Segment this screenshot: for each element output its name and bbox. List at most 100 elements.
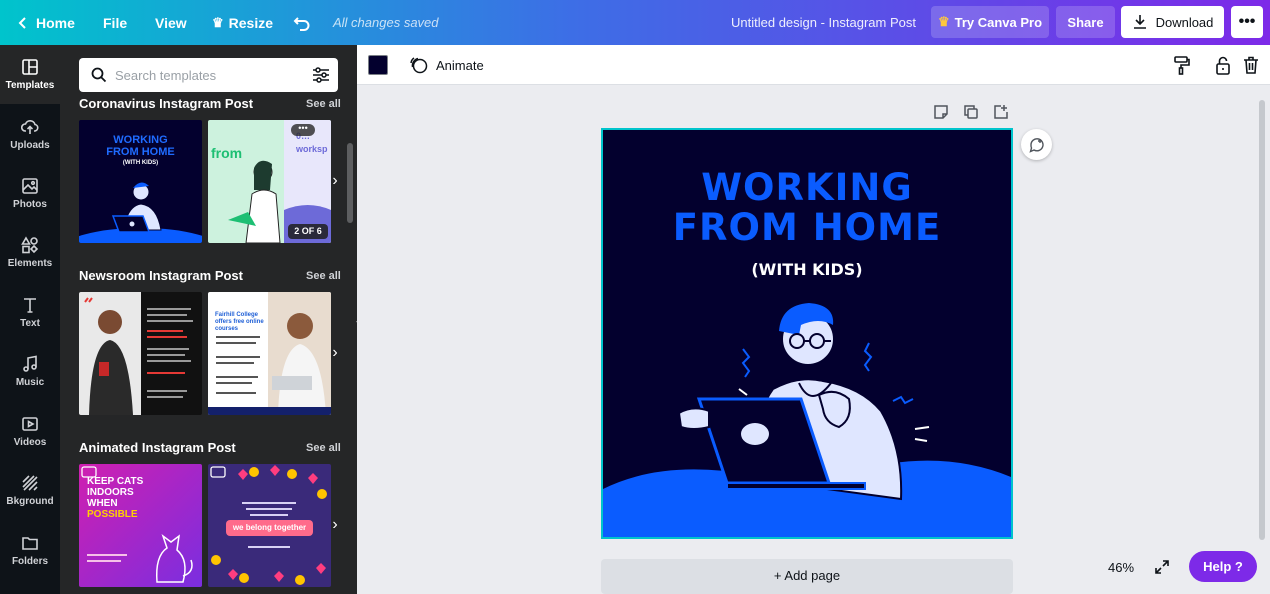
- color-swatch[interactable]: [368, 55, 388, 75]
- rail-label: Folders: [11, 556, 49, 567]
- rail-item-videos[interactable]: Videos: [0, 402, 60, 461]
- rail-item-elements[interactable]: Elements: [0, 223, 60, 282]
- canvas-scrollbar[interactable]: [1257, 90, 1267, 590]
- crown-icon: ♛: [212, 14, 224, 30]
- thumbnail-pill: we belong together: [226, 520, 313, 536]
- rail-item-photos[interactable]: Photos: [0, 164, 60, 223]
- share-button[interactable]: Share: [1056, 6, 1115, 38]
- notes-icon[interactable]: [933, 104, 949, 120]
- see-all-link[interactable]: See all: [306, 442, 341, 454]
- design-title[interactable]: WORKING FROM HOME: [603, 168, 1011, 248]
- student-photo: [208, 292, 331, 415]
- folder-icon: [22, 537, 38, 550]
- rail-label: Templates: [5, 80, 55, 91]
- rail-label: Photos: [13, 199, 47, 210]
- home-button[interactable]: Home: [16, 0, 75, 45]
- working-person-illustration[interactable]: [603, 299, 1011, 539]
- delete-button[interactable]: [1241, 55, 1261, 75]
- video-icon: [22, 417, 38, 431]
- document-title[interactable]: Untitled design - Instagram Post: [731, 15, 916, 30]
- add-page-button[interactable]: + Add page: [601, 559, 1013, 594]
- background-icon: [22, 475, 38, 491]
- template-thumbnail[interactable]: we belong together: [208, 464, 331, 587]
- copy-style-button[interactable]: [1171, 55, 1191, 75]
- scrollbar-thumb[interactable]: [1259, 100, 1265, 540]
- text-icon: [24, 298, 36, 313]
- man-photo: [79, 292, 193, 415]
- search-input[interactable]: [115, 65, 305, 85]
- design-subtitle[interactable]: (WITH KIDS): [603, 260, 1011, 279]
- chevron-right-icon[interactable]: ›: [327, 510, 343, 540]
- trash-icon: [1244, 56, 1258, 74]
- thumbnail-subtitle: (WITH KIDS): [122, 160, 159, 166]
- try-pro-label: Try Canva Pro: [954, 14, 1043, 30]
- side-navigation: Templates Uploads Photos Elements Text M…: [0, 45, 60, 594]
- save-status: All changes saved: [333, 15, 439, 30]
- search-icon: [91, 67, 107, 83]
- see-all-link[interactable]: See all: [306, 98, 341, 110]
- paint-roller-icon: [1174, 56, 1190, 75]
- section-title: Newsroom Instagram Post: [79, 268, 243, 283]
- cat-illustration: [81, 466, 193, 583]
- thumbnail-more-button[interactable]: •••: [291, 124, 315, 136]
- template-thumbnail[interactable]: from 0… worksp ••• 2 OF 6: [208, 120, 331, 243]
- comment-icon: [1028, 137, 1044, 153]
- crown-icon: ♛: [937, 14, 950, 29]
- thumbnail-title: WORKING FROM HOME: [79, 134, 202, 158]
- template-thumbnail[interactable]: [79, 292, 202, 415]
- home-label: Home: [36, 14, 75, 31]
- design-title-line: FROM HOME: [672, 206, 942, 249]
- thumbnail-title-line: FROM HOME: [106, 146, 175, 158]
- rail-item-background[interactable]: Bkground: [0, 461, 60, 520]
- chevron-right-icon[interactable]: ›: [327, 338, 343, 368]
- file-menu[interactable]: File: [103, 0, 127, 45]
- help-button[interactable]: Help ?: [1189, 551, 1257, 582]
- person-illustration: [79, 182, 202, 243]
- upload-icon: [21, 120, 39, 134]
- search-box: [79, 58, 338, 92]
- add-comment-button[interactable]: [1021, 129, 1052, 160]
- try-canva-pro-button[interactable]: ♛ Try Canva Pro: [931, 6, 1049, 38]
- photo-icon: [22, 178, 38, 194]
- undo-button[interactable]: [293, 0, 311, 45]
- more-options-button[interactable]: •••: [1231, 6, 1263, 38]
- download-label: Download: [1155, 14, 1214, 30]
- panel-scrollbar[interactable]: [347, 143, 353, 223]
- chevron-left-icon: [18, 16, 26, 29]
- design-canvas[interactable]: WORKING FROM HOME (WITH KIDS): [601, 128, 1013, 539]
- animate-label: Animate: [436, 57, 484, 73]
- rail-item-uploads[interactable]: Uploads: [0, 105, 60, 164]
- add-page-icon[interactable]: [993, 104, 1009, 120]
- animate-button[interactable]: Animate: [409, 53, 484, 77]
- rail-label: Music: [15, 377, 45, 388]
- section-title: Animated Instagram Post: [79, 440, 236, 455]
- lock-button[interactable]: [1213, 55, 1233, 75]
- templates-icon: [22, 59, 38, 75]
- shapes-icon: [21, 236, 39, 254]
- fullscreen-icon[interactable]: [1154, 559, 1170, 575]
- download-icon: [1133, 15, 1146, 29]
- rail-label: Text: [20, 318, 40, 329]
- chevron-right-icon[interactable]: ›: [327, 166, 343, 196]
- template-thumbnail[interactable]: KEEP CATS INDOORS WHEN POSSIBLE: [79, 464, 202, 587]
- zoom-level[interactable]: 46%: [1108, 560, 1134, 575]
- rail-label: Videos: [13, 437, 47, 448]
- rail-item-music[interactable]: Music: [0, 342, 60, 401]
- rail-item-templates[interactable]: Templates: [0, 45, 60, 104]
- rail-label: Bkground: [6, 496, 54, 507]
- section-title: Coronavirus Instagram Post: [79, 96, 254, 111]
- view-menu[interactable]: View: [155, 0, 187, 45]
- design-title-line: WORKING: [701, 166, 913, 209]
- template-thumbnail[interactable]: Fairhill College offers free online cour…: [208, 292, 331, 415]
- music-icon: [23, 355, 37, 372]
- templates-panel: Coronavirus Instagram Post See all WORKI…: [60, 45, 357, 594]
- filter-icon[interactable]: [312, 67, 330, 83]
- download-button[interactable]: Download: [1121, 6, 1224, 38]
- rail-item-text[interactable]: Text: [0, 283, 60, 342]
- see-all-link[interactable]: See all: [306, 270, 341, 282]
- duplicate-page-icon[interactable]: [963, 104, 979, 120]
- rail-label: Elements: [7, 258, 53, 269]
- rail-item-folders[interactable]: Folders: [0, 521, 60, 580]
- resize-button[interactable]: ♛ Resize: [212, 0, 273, 45]
- template-thumbnail[interactable]: WORKING FROM HOME (WITH KIDS): [79, 120, 202, 243]
